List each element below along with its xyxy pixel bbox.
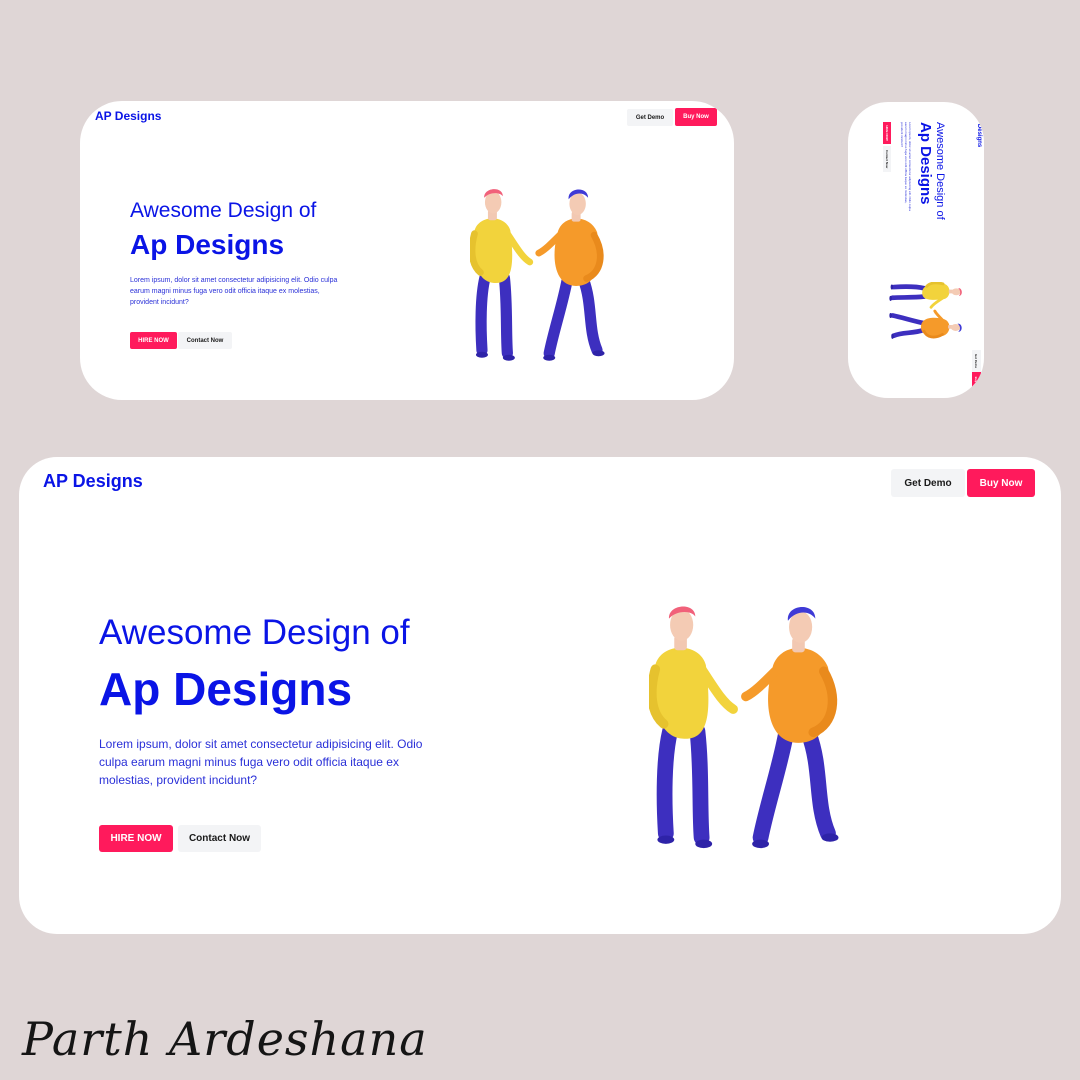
two-characters-illustration (888, 282, 964, 342)
hero-title-line1: Awesome Design of (934, 122, 946, 220)
large-preview-card: AP Designs Get Demo Buy Now Awesome Desi… (19, 457, 1061, 934)
mobile-rotated-view: AP Designs Get Demo Buy Now Awesome Desi… (848, 102, 984, 398)
contact-now-button[interactable]: Contact Now (178, 825, 261, 852)
contact-now-button[interactable]: Contact Now (883, 146, 891, 172)
brand-logo[interactable]: AP Designs (95, 109, 161, 123)
buy-now-button[interactable]: Buy Now (972, 372, 981, 394)
hero-description: Lorem ipsum, dolor sit amet consectetur … (99, 737, 423, 787)
contact-now-button[interactable]: Contact Now (178, 332, 232, 349)
hero-title-line2: Ap Designs (130, 229, 285, 260)
buy-now-button[interactable]: Buy Now (675, 108, 717, 126)
hero-title-line2: Ap Designs (99, 663, 353, 715)
brand-logo[interactable]: AP Designs (43, 471, 143, 492)
author-signature: Parth Ardeshana (22, 1012, 428, 1066)
two-characters-illustration (649, 595, 849, 857)
hero-title-line1: Awesome Design of (99, 613, 410, 652)
mobile-preview-card: AP Designs Get Demo Buy Now Awesome Desi… (848, 102, 984, 398)
hero-title-line2: Ap Designs (917, 122, 934, 205)
hire-now-button[interactable]: HIRE NOW (130, 332, 177, 349)
get-demo-button[interactable]: Get Demo (627, 109, 673, 126)
desktop-preview-card: AP Designs Get Demo Buy Now Awesome Desi… (80, 101, 734, 400)
brand-logo[interactable]: AP Designs (976, 114, 982, 147)
get-demo-button[interactable]: Get Demo (891, 469, 965, 497)
buy-now-button[interactable]: Buy Now (967, 469, 1035, 497)
hire-now-button[interactable]: HIRE NOW (883, 122, 891, 144)
hero-description: Lorem ipsum, dolor sit amet consectetur … (900, 122, 912, 211)
hire-now-button[interactable]: HIRE NOW (99, 825, 173, 852)
get-demo-button[interactable]: Get Demo (972, 350, 981, 372)
hero-title-line1: Awesome Design of (130, 199, 317, 222)
two-characters-illustration (470, 183, 612, 365)
hero-description: Lorem ipsum, dolor sit amet consectetur … (130, 277, 338, 306)
